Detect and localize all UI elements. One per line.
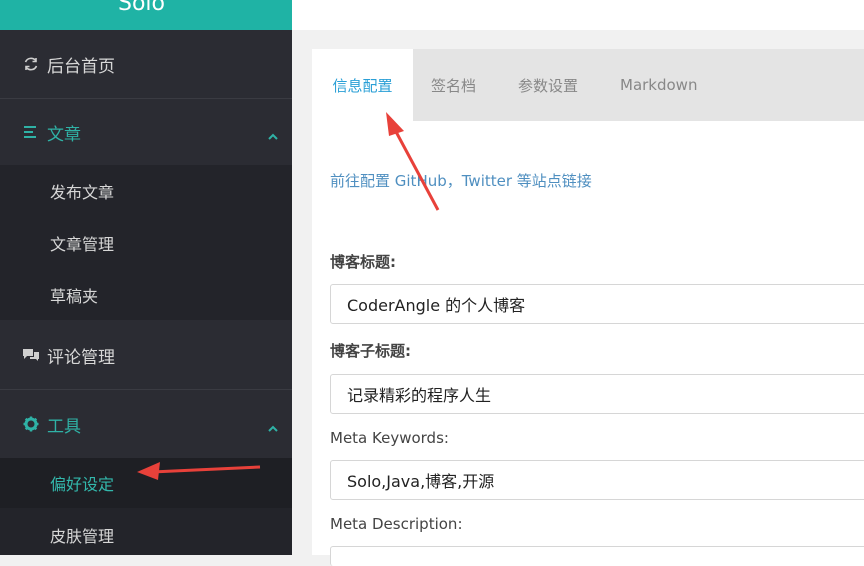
comments-icon — [22, 346, 40, 364]
tab-info-config[interactable]: 信息配置 — [312, 49, 413, 121]
meta-description-label: Meta Description: — [330, 515, 463, 533]
list-icon — [22, 123, 40, 141]
sidebar: Solo 后台首页 文章 发布文章 文章管理 草稿夹 评论管理 工具 偏好设定 … — [0, 0, 292, 555]
tab-bar: 信息配置 签名档 参数设置 Markdown — [312, 49, 864, 121]
sidebar-subitem-drafts[interactable]: 草稿夹 — [0, 269, 292, 321]
meta-keywords-label: Meta Keywords: — [330, 429, 449, 447]
gear-icon — [22, 415, 40, 433]
sidebar-item-label: 工具 — [47, 416, 81, 437]
sidebar-subitem-label: 文章管理 — [50, 235, 115, 254]
settings-panel: 信息配置 签名档 参数设置 Markdown 前往配置 GitHub，Twitt… — [312, 49, 864, 566]
sidebar-subitem-label: 发布文章 — [50, 183, 115, 202]
chevron-up-icon[interactable] — [268, 127, 278, 140]
sidebar-item-home[interactable]: 后台首页 — [0, 30, 292, 98]
article-submenu: 发布文章 文章管理 草稿夹 — [0, 165, 292, 320]
sidebar-item-label: 评论管理 — [47, 347, 115, 368]
tab-markdown[interactable]: Markdown — [620, 49, 697, 121]
sidebar-item-article[interactable]: 文章 — [0, 99, 292, 165]
sidebar-item-label: 文章 — [47, 124, 81, 145]
blog-subtitle-label: 博客子标题: — [330, 342, 411, 360]
blog-subtitle-input[interactable]: 记录精彩的程序人生 — [330, 374, 864, 414]
refresh-icon — [22, 55, 40, 73]
sidebar-subitem-preferences[interactable]: 偏好设定 — [0, 458, 292, 508]
sidebar-subitem-label: 皮肤管理 — [50, 527, 115, 546]
sidebar-item-tools[interactable]: 工具 — [0, 390, 292, 458]
tab-parameters[interactable]: 参数设置 — [518, 49, 578, 121]
sidebar-item-comments[interactable]: 评论管理 — [0, 321, 292, 389]
configure-links-link[interactable]: 前往配置 GitHub，Twitter 等站点链接 — [330, 170, 592, 191]
sidebar-subitem-manage[interactable]: 文章管理 — [0, 217, 292, 269]
sidebar-subitem-publish[interactable]: 发布文章 — [0, 165, 292, 217]
blog-title-input[interactable]: CoderAngle 的个人博客 — [330, 284, 864, 324]
tools-submenu: 偏好设定 皮肤管理 — [0, 458, 292, 555]
meta-keywords-input[interactable]: Solo,Java,博客,开源 — [330, 460, 864, 500]
sidebar-subitem-label: 偏好设定 — [50, 475, 115, 494]
sidebar-item-label: 后台首页 — [47, 56, 115, 77]
logo[interactable]: Solo — [118, 0, 165, 16]
meta-description-input[interactable] — [330, 546, 864, 566]
logo-bar: Solo — [0, 0, 292, 30]
tab-signature[interactable]: 签名档 — [431, 49, 476, 121]
sidebar-subitem-skins[interactable]: 皮肤管理 — [0, 510, 292, 560]
blog-title-label: 博客标题: — [330, 253, 396, 271]
top-bar — [292, 0, 864, 30]
chevron-up-icon[interactable] — [268, 419, 278, 432]
sidebar-subitem-label: 草稿夹 — [50, 287, 99, 306]
